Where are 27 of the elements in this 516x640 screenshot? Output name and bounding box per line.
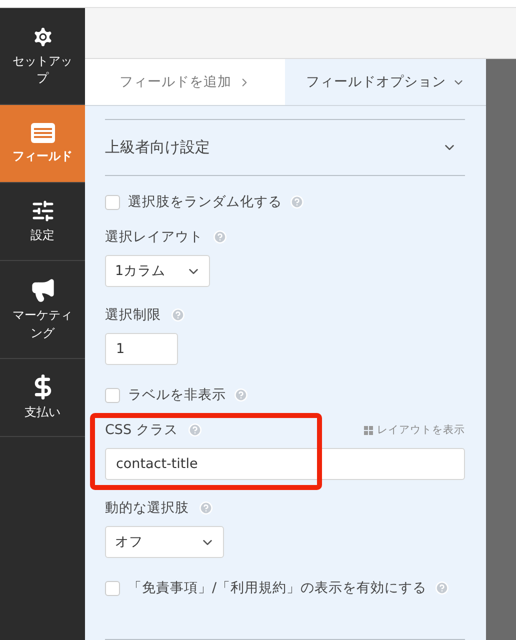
checkbox[interactable]	[105, 194, 120, 210]
help-icon[interactable]	[234, 388, 248, 402]
help-icon[interactable]	[434, 581, 449, 595]
checkbox[interactable]	[105, 580, 120, 596]
help-icon[interactable]	[213, 230, 227, 244]
field-label: 選択制限	[105, 306, 161, 324]
help-icon[interactable]	[171, 308, 185, 322]
help-icon[interactable]	[199, 501, 213, 515]
grid-icon	[364, 426, 373, 434]
field-label: CSS クラス	[105, 421, 178, 439]
select-field[interactable]: オフ	[105, 526, 224, 558]
checkbox[interactable]	[105, 388, 120, 402]
megaphone-icon	[30, 277, 56, 304]
help-icon[interactable]	[290, 195, 304, 209]
select-field[interactable]: 1カラム	[105, 255, 210, 287]
help-icon[interactable]	[188, 423, 202, 437]
checkbox-label: ラベルを非表示	[128, 386, 226, 404]
checkbox-label: 選択肢をランダム化する	[128, 193, 282, 211]
tab[interactable]: フィールドを追加	[85, 59, 285, 105]
form-icon	[30, 122, 56, 144]
field-label: 選択レイアウト	[105, 228, 203, 246]
section-header[interactable]: 上級者向け設定	[105, 119, 465, 176]
checkbox-label: 「免責事項」/「利用規約」の表示を有効にする	[128, 579, 427, 597]
field-label: 動的な選択肢	[105, 499, 189, 517]
input-field[interactable]: contact-title	[105, 448, 465, 480]
sliders-icon	[30, 198, 54, 223]
input-field[interactable]: 1	[105, 333, 178, 365]
